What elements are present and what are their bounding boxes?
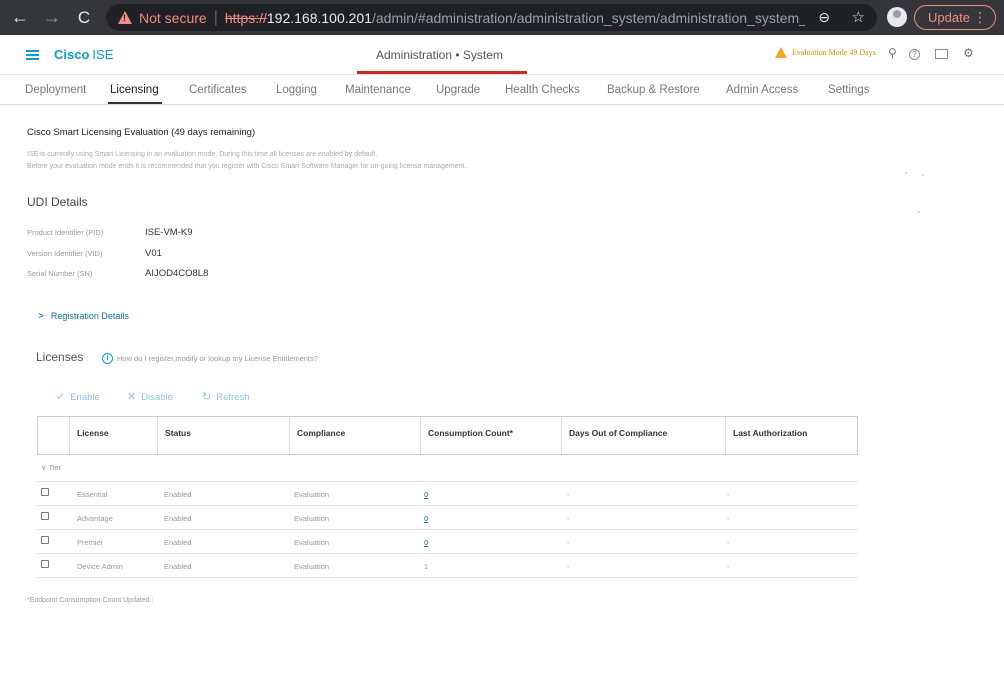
- serial-label: Serial Number (SN): [27, 269, 93, 278]
- tab-licensing[interactable]: Licensing: [110, 84, 159, 96]
- not-secure-label[interactable]: Not secure: [139, 10, 207, 26]
- serial-value: AIJOD4CO8L8: [145, 268, 209, 279]
- back-arrow-icon[interactable]: ←: [9, 7, 31, 28]
- monitor-icon[interactable]: [935, 49, 948, 59]
- gear-icon[interactable]: ⚙: [963, 46, 974, 60]
- row-checkbox[interactable]: [41, 560, 49, 568]
- menu-dots-icon[interactable]: ⋮: [973, 9, 987, 26]
- tab-backup-restore[interactable]: Backup & Restore: [607, 84, 700, 96]
- tier-group-row[interactable]: [37, 456, 858, 482]
- chevron-right-icon: >: [38, 311, 44, 322]
- row-checkbox[interactable]: [41, 536, 49, 544]
- udi-details-heading: UDI Details: [27, 195, 88, 209]
- tier-group-label[interactable]: ∨ Tier: [41, 463, 61, 472]
- bookmark-star-icon[interactable]: ☆: [852, 8, 865, 26]
- profile-avatar-icon[interactable]: [887, 7, 907, 27]
- url-text[interactable]: https://192.168.100.201/admin/#administr…: [225, 10, 805, 26]
- evaluation-mode-badge[interactable]: Evaluation Mode 49 Days: [775, 47, 876, 58]
- registration-details-toggle[interactable]: > Registration Details: [38, 311, 129, 322]
- table-row: Essential Enabled Evaluation 0 - -: [37, 482, 858, 506]
- info-icon[interactable]: i: [102, 353, 113, 364]
- pid-label: Product Identifier (PID): [27, 228, 104, 237]
- vid-value: V01: [145, 248, 162, 259]
- column-status[interactable]: Status: [157, 417, 289, 454]
- column-last-authorization[interactable]: Last Authorization: [725, 417, 857, 454]
- tab-logging[interactable]: Logging: [276, 84, 317, 96]
- page-title: Administration • System: [376, 48, 503, 62]
- column-consumption-count[interactable]: Consumption Count*: [420, 417, 561, 454]
- address-bar[interactable]: Not secure | https://192.168.100.201/adm…: [106, 4, 877, 31]
- consumption-count-link[interactable]: 0: [424, 490, 428, 499]
- consumption-footnote: *Endpoint Consumption Count Updated :: [27, 597, 154, 604]
- row-checkbox[interactable]: [41, 512, 49, 520]
- table-row: Advantage Enabled Evaluation 0 - -: [37, 506, 858, 530]
- active-tab-indicator: [108, 102, 162, 104]
- hamburger-menu-icon[interactable]: [26, 50, 39, 60]
- tab-certificates[interactable]: Certificates: [189, 84, 247, 96]
- evaluation-recommendation: Before your evaluation mode ends it is r…: [27, 163, 467, 170]
- consumption-count: 1: [424, 562, 429, 571]
- app-header: Cisco ISE Administration • System Evaluat…: [0, 35, 1004, 75]
- help-icon[interactable]: ?: [909, 49, 920, 60]
- forward-arrow-icon[interactable]: →: [41, 7, 63, 28]
- tab-health-checks[interactable]: Health Checks: [505, 84, 580, 96]
- tab-maintenance[interactable]: Maintenance: [345, 84, 411, 96]
- vid-label: Version Identifier (VID): [27, 249, 103, 258]
- refresh-icon: ↻: [202, 391, 212, 403]
- evaluation-title: Cisco Smart Licensing Evaluation (49 day…: [27, 127, 256, 138]
- enable-button[interactable]: ✓ Enable: [56, 390, 100, 403]
- refresh-button[interactable]: ↻ Refresh: [202, 390, 249, 403]
- column-license[interactable]: License: [69, 417, 157, 454]
- tab-bar: Deployment Licensing Certificates Loggin…: [0, 75, 1004, 105]
- tab-deployment[interactable]: Deployment: [25, 84, 86, 96]
- consumption-count-link[interactable]: 0: [424, 514, 428, 523]
- table-row: Premier Enabled Evaluation 0 - -: [37, 530, 858, 554]
- close-icon: ✕: [127, 391, 137, 403]
- tab-settings[interactable]: Settings: [828, 84, 870, 96]
- license-help-link[interactable]: How do I register,modify or lookup my Li…: [117, 354, 318, 363]
- update-button[interactable]: Update ⋮: [914, 5, 996, 30]
- column-days-out-of-compliance[interactable]: Days Out of Compliance: [561, 417, 725, 454]
- row-checkbox[interactable]: [41, 488, 49, 496]
- warning-icon: [775, 47, 787, 58]
- reload-icon[interactable]: C: [73, 8, 95, 28]
- licenses-table-header: License Status Compliance Consumption Co…: [37, 416, 858, 455]
- table-row: Device Admin Enabled Evaluation 1 - -: [37, 554, 858, 578]
- disable-button[interactable]: ✕ Disable: [127, 390, 173, 403]
- app-logo[interactable]: Cisco ISE: [54, 47, 113, 62]
- tab-upgrade[interactable]: Upgrade: [436, 84, 480, 96]
- search-icon[interactable]: ⚲: [888, 46, 897, 60]
- pid-value: ISE-VM-K9: [145, 227, 193, 238]
- tab-admin-access[interactable]: Admin Access: [726, 84, 798, 96]
- title-underline: [357, 71, 527, 74]
- browser-toolbar: ← → C Not secure | https://192.168.100.2…: [0, 0, 1004, 35]
- checkmark-icon: ✓: [56, 391, 66, 403]
- evaluation-description: ISE is currently using Smart Licensing i…: [27, 151, 378, 158]
- warning-icon[interactable]: [118, 11, 132, 24]
- zoom-icon[interactable]: ⊖: [818, 9, 830, 26]
- consumption-count-link[interactable]: 0: [424, 538, 428, 547]
- licenses-heading: Licenses: [36, 350, 84, 364]
- column-compliance[interactable]: Compliance: [289, 417, 420, 454]
